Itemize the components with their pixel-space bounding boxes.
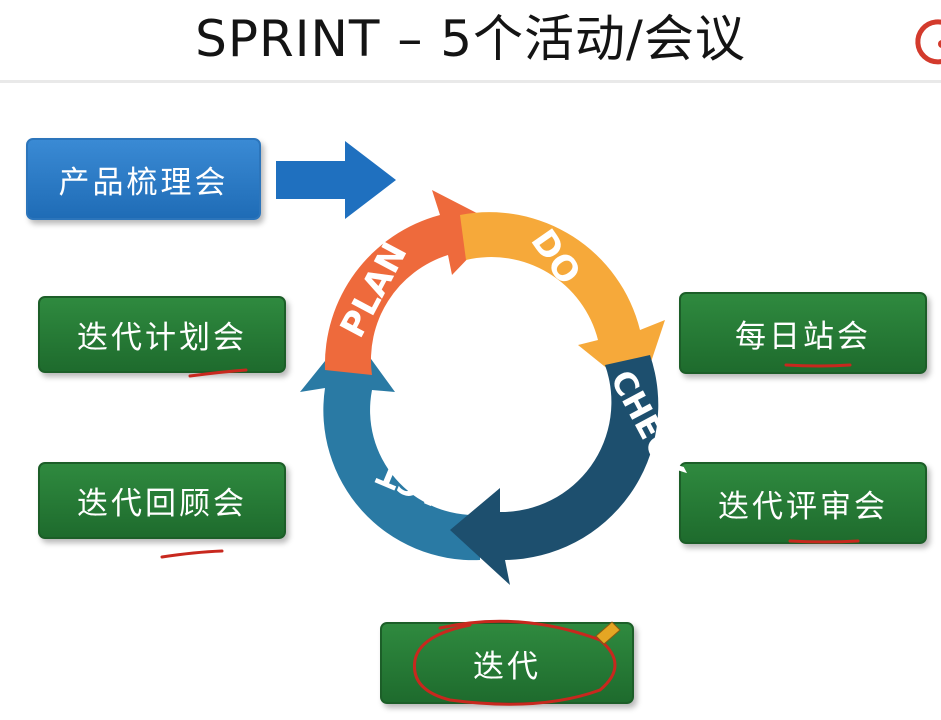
pdca-cycle: PLAN DO CHECK ACT <box>300 190 694 585</box>
